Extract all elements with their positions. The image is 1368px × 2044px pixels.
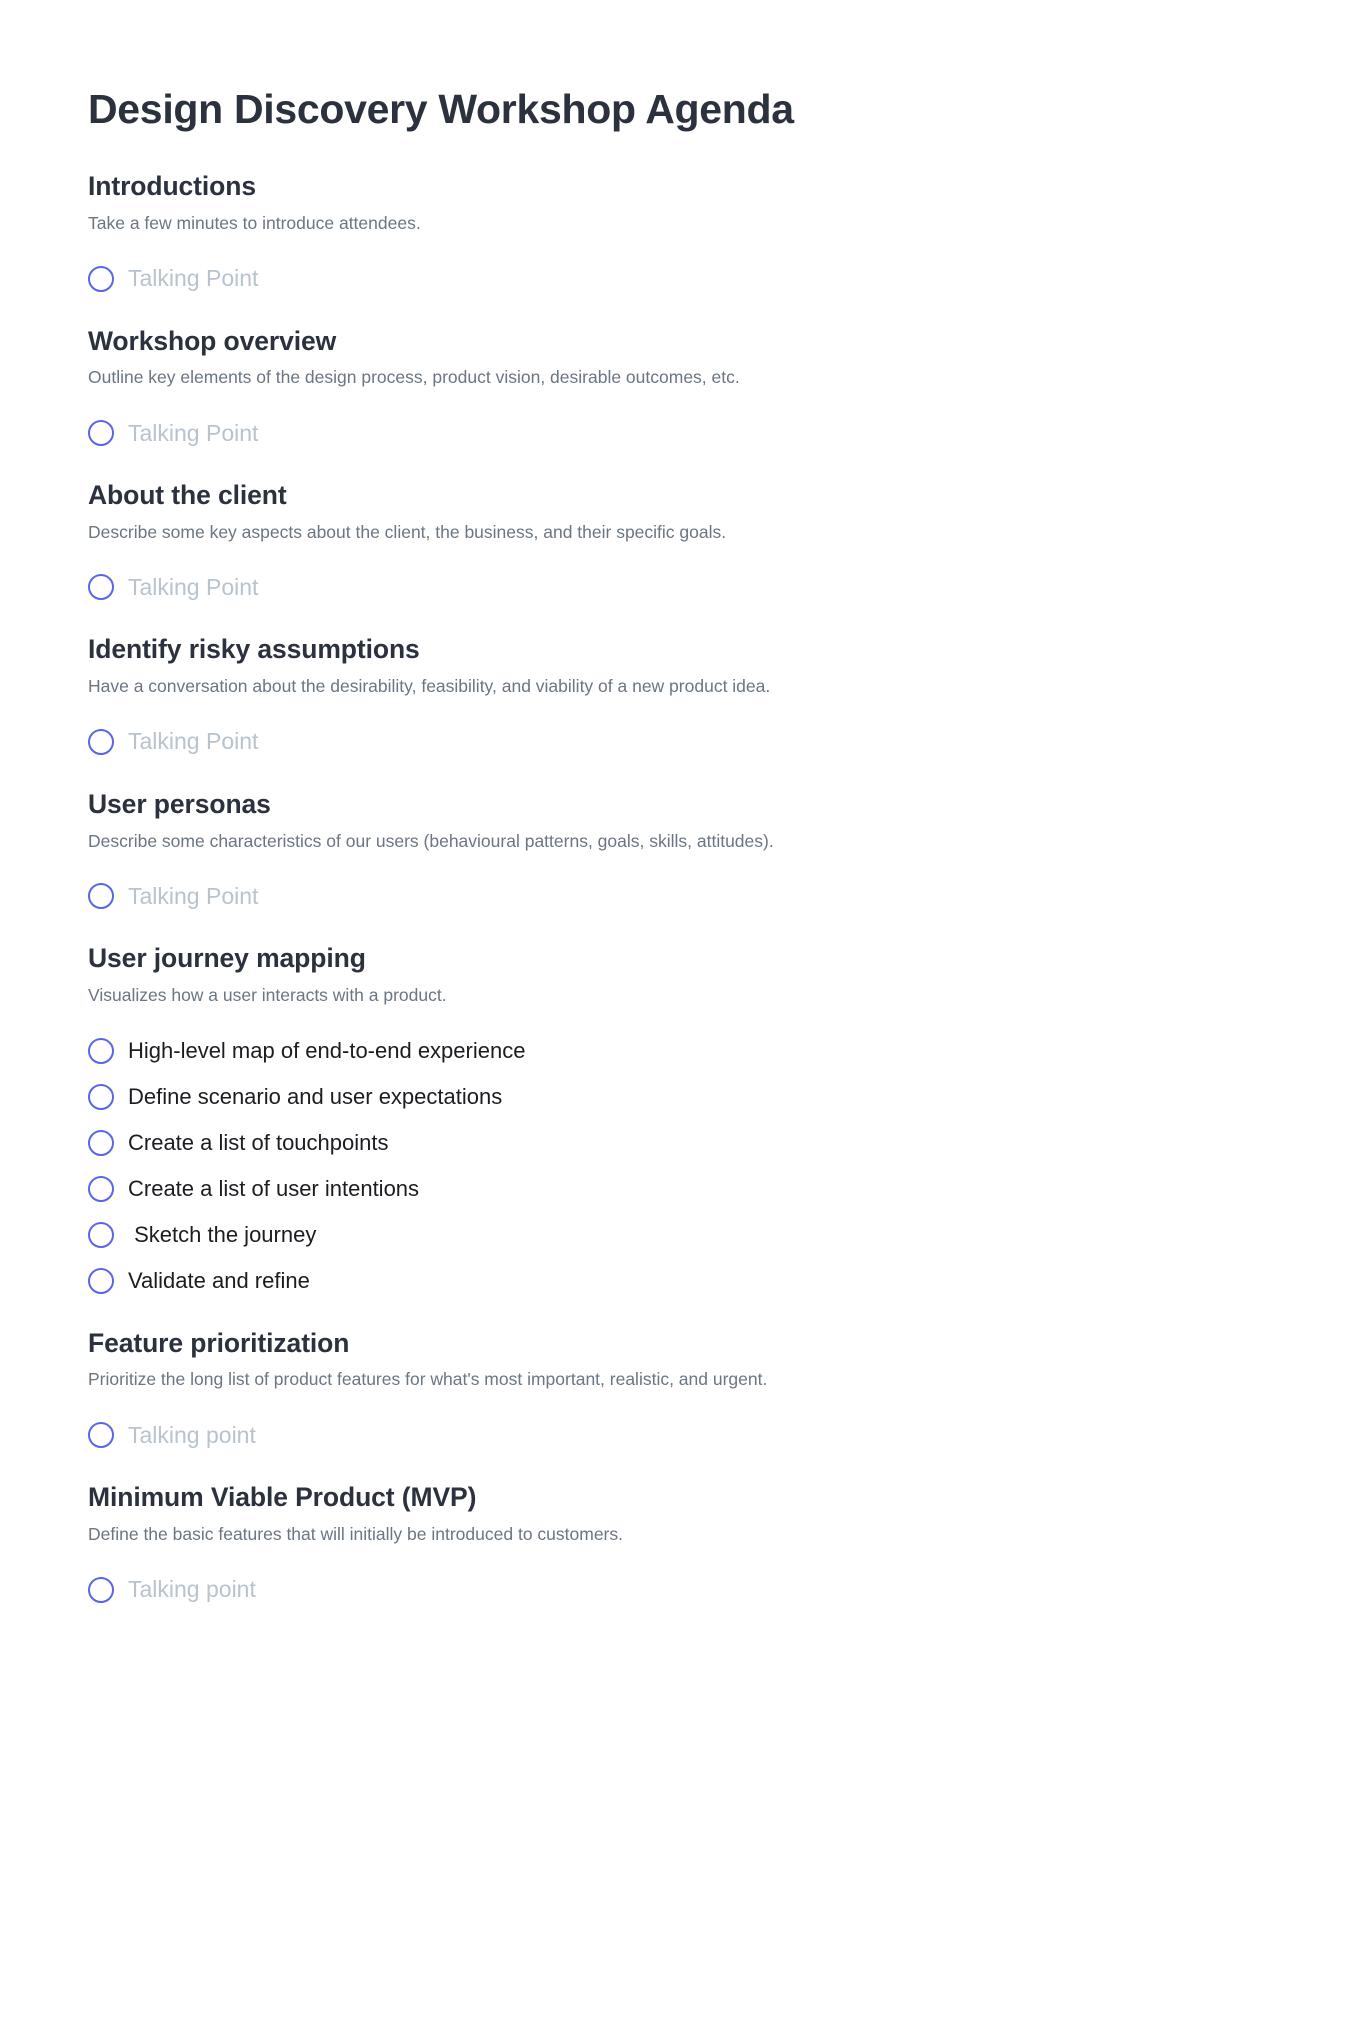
agenda-section: About the client Describe some key aspect… — [88, 480, 1280, 604]
section-heading: About the client — [88, 479, 287, 510]
agenda-section: User personas Describe some characteristi… — [88, 789, 1280, 913]
checklist: Talking point — [88, 1573, 1280, 1607]
checklist-item-label[interactable]: Create a list of user intentions — [128, 1175, 419, 1203]
checkbox-circle-icon[interactable] — [88, 1083, 114, 1110]
section-description: Describe some characteristics of our use… — [88, 830, 774, 851]
checklist-item-label[interactable]: Define scenario and user expectations — [128, 1083, 502, 1111]
talking-point-placeholder[interactable]: Talking Point — [128, 419, 258, 448]
section-heading: Identify risky assumptions — [88, 634, 420, 665]
checklist: Talking point — [88, 1418, 1280, 1452]
checkbox-circle-icon[interactable] — [88, 1221, 114, 1248]
agenda-section: Identify risky assumptions Have a convers… — [88, 634, 1280, 758]
section-heading: User personas — [88, 788, 271, 819]
checklist-item[interactable]: Create a list of touchpoints — [88, 1126, 1280, 1160]
checkbox-circle-icon[interactable] — [88, 419, 114, 446]
talking-point-row[interactable]: Talking Point — [88, 262, 1280, 296]
section-heading: Introductions — [88, 171, 256, 202]
section-heading: User journey mapping — [88, 943, 366, 974]
checkbox-circle-icon[interactable] — [88, 1267, 114, 1294]
checklist: Talking Point — [88, 416, 1280, 450]
checklist-item-label[interactable]: Create a list of touchpoints — [128, 1129, 388, 1157]
talking-point-row[interactable]: Talking Point — [88, 570, 1280, 604]
agenda-section: Introductions Take a few minutes to intro… — [88, 171, 1280, 295]
checklist-item[interactable]: Create a list of user intentions — [88, 1172, 1280, 1206]
checkbox-circle-icon[interactable] — [88, 1422, 114, 1449]
checklist: High-level map of end-to-end experience D… — [88, 1034, 1280, 1298]
section-description: Define the basic features that will init… — [88, 1523, 623, 1544]
checkbox-circle-icon[interactable] — [88, 883, 114, 910]
section-description: Visualizes how a user interacts with a p… — [88, 985, 447, 1006]
talking-point-row[interactable]: Talking point — [88, 1418, 1280, 1452]
talking-point-placeholder[interactable]: Talking point — [128, 1575, 256, 1604]
talking-point-row[interactable]: Talking Point — [88, 725, 1280, 759]
checklist-item-label[interactable]: High-level map of end-to-end experience — [128, 1037, 525, 1065]
section-description: Describe some key aspects about the clie… — [88, 521, 727, 542]
checklist-item-label[interactable]: Validate and refine — [128, 1267, 310, 1295]
agenda-section: User journey mapping Visualizes how a use… — [88, 943, 1280, 1297]
talking-point-placeholder[interactable]: Talking Point — [128, 727, 258, 756]
section-heading: Feature prioritization — [88, 1327, 350, 1358]
talking-point-row[interactable]: Talking Point — [88, 416, 1280, 450]
agenda-section: Workshop overview Outline key elements of… — [88, 326, 1280, 450]
checklist-item[interactable]: High-level map of end-to-end experience — [88, 1034, 1280, 1068]
checklist-item-label[interactable]: Sketch the journey — [128, 1221, 316, 1249]
checkbox-circle-icon[interactable] — [88, 574, 114, 601]
checkbox-circle-icon[interactable] — [88, 1175, 114, 1202]
checklist-item[interactable]: Validate and refine — [88, 1264, 1280, 1298]
section-description: Take a few minutes to introduce attendee… — [88, 212, 421, 233]
section-heading: Workshop overview — [88, 325, 337, 356]
checkbox-circle-icon[interactable] — [88, 1129, 114, 1156]
checklist: Talking Point — [88, 262, 1280, 296]
checklist-item[interactable]: Sketch the journey — [88, 1218, 1280, 1252]
checklist: Talking Point — [88, 879, 1280, 913]
checkbox-circle-icon[interactable] — [88, 1576, 114, 1603]
page-title: Design Discovery Workshop Agenda — [88, 86, 794, 132]
talking-point-row[interactable]: Talking point — [88, 1573, 1280, 1607]
agenda-document: Design Discovery Workshop Agenda Introdu… — [0, 0, 1368, 2044]
checklist: Talking Point — [88, 570, 1280, 604]
section-description: Prioritize the long list of product feat… — [88, 1369, 768, 1390]
agenda-section: Minimum Viable Product (MVP) Define the b… — [88, 1482, 1280, 1606]
talking-point-row[interactable]: Talking Point — [88, 879, 1280, 913]
agenda-section: Feature prioritization Prioritize the lon… — [88, 1328, 1280, 1452]
checklist: Talking Point — [88, 725, 1280, 759]
talking-point-placeholder[interactable]: Talking Point — [128, 264, 258, 293]
checklist-item[interactable]: Define scenario and user expectations — [88, 1080, 1280, 1114]
checkbox-circle-icon[interactable] — [88, 265, 114, 292]
section-description: Outline key elements of the design proce… — [88, 367, 740, 388]
checkbox-circle-icon[interactable] — [88, 728, 114, 755]
talking-point-placeholder[interactable]: Talking Point — [128, 882, 258, 911]
agenda-sections: Introductions Take a few minutes to intro… — [88, 171, 1280, 1606]
talking-point-placeholder[interactable]: Talking point — [128, 1421, 256, 1450]
talking-point-placeholder[interactable]: Talking Point — [128, 573, 258, 602]
section-description: Have a conversation about the desirabili… — [88, 676, 771, 697]
checkbox-circle-icon[interactable] — [88, 1037, 114, 1064]
section-heading: Minimum Viable Product (MVP) — [88, 1482, 477, 1513]
